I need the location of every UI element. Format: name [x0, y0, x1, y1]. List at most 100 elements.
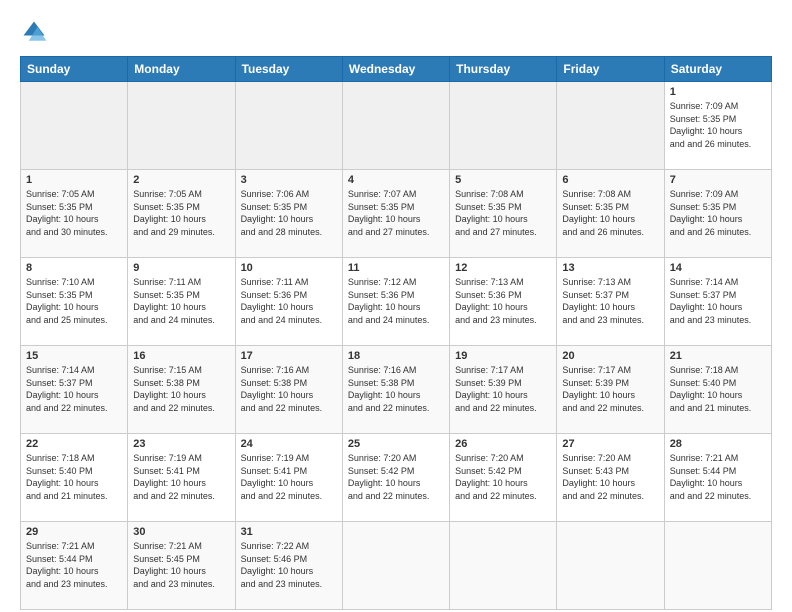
day-info: Sunrise: 7:16 AMSunset: 5:38 PMDaylight:…: [241, 364, 337, 414]
calendar-cell: [235, 82, 342, 170]
day-info: Sunrise: 7:16 AMSunset: 5:38 PMDaylight:…: [348, 364, 444, 414]
weekday-header: Monday: [128, 57, 235, 82]
day-number: 27: [562, 438, 658, 450]
calendar-cell: 4 Sunrise: 7:07 AMSunset: 5:35 PMDaylight…: [342, 170, 449, 258]
calendar-cell: 2 Sunrise: 7:05 AMSunset: 5:35 PMDaylight…: [128, 170, 235, 258]
weekday-header: Tuesday: [235, 57, 342, 82]
day-number: 11: [348, 262, 444, 274]
day-number: 18: [348, 350, 444, 362]
calendar-cell: 9Sunrise: 7:11 AMSunset: 5:35 PMDaylight…: [128, 258, 235, 346]
calendar-week-row: 8Sunrise: 7:10 AMSunset: 5:35 PMDaylight…: [21, 258, 772, 346]
calendar-cell: 22 Sunrise: 7:18 AMSunset: 5:40 PMDayligh…: [21, 434, 128, 522]
calendar-week-row: 22 Sunrise: 7:18 AMSunset: 5:40 PMDayligh…: [21, 434, 772, 522]
day-info: Sunrise: 7:07 AMSunset: 5:35 PMDaylight:…: [348, 188, 444, 238]
day-number: 25: [348, 438, 444, 450]
calendar-cell: 10 Sunrise: 7:11 AMSunset: 5:36 PMDayligh…: [235, 258, 342, 346]
weekday-header: Thursday: [450, 57, 557, 82]
calendar-week-row: 1Sunrise: 7:05 AMSunset: 5:35 PMDaylight…: [21, 170, 772, 258]
day-info: Sunrise: 7:19 AMSunset: 5:41 PMDaylight:…: [241, 452, 337, 502]
calendar-cell: 11Sunrise: 7:12 AMSunset: 5:36 PMDayligh…: [342, 258, 449, 346]
day-number: 5: [455, 174, 551, 186]
day-number: 22: [26, 438, 122, 450]
day-number: 23: [133, 438, 229, 450]
day-info: Sunrise: 7:11 AMSunset: 5:36 PMDaylight:…: [241, 276, 337, 326]
calendar-cell: 18 Sunrise: 7:16 AMSunset: 5:38 PMDayligh…: [342, 346, 449, 434]
day-number: 16: [133, 350, 229, 362]
calendar-cell: 21 Sunrise: 7:18 AMSunset: 5:40 PMDayligh…: [664, 346, 771, 434]
calendar-cell: [450, 82, 557, 170]
calendar-cell: 13 Sunrise: 7:13 AMSunset: 5:37 PMDayligh…: [557, 258, 664, 346]
day-number: 26: [455, 438, 551, 450]
day-number: 9: [133, 262, 229, 274]
day-info: Sunrise: 7:05 AMSunset: 5:35 PMDaylight:…: [133, 188, 229, 238]
day-number: 17: [241, 350, 337, 362]
calendar-cell: 30 Sunrise: 7:21 AMSunset: 5:45 PMDayligh…: [128, 522, 235, 610]
calendar-cell: 27Sunrise: 7:20 AMSunset: 5:43 PMDayligh…: [557, 434, 664, 522]
day-number: 31: [241, 526, 337, 538]
day-number: 19: [455, 350, 551, 362]
calendar-cell: 26 Sunrise: 7:20 AMSunset: 5:42 PMDayligh…: [450, 434, 557, 522]
day-number: 6: [562, 174, 658, 186]
weekday-header: Friday: [557, 57, 664, 82]
day-number: 1: [670, 86, 766, 98]
day-info: Sunrise: 7:22 AMSunset: 5:46 PMDaylight:…: [241, 540, 337, 590]
calendar-cell: [450, 522, 557, 610]
day-number: 24: [241, 438, 337, 450]
day-number: 2: [133, 174, 229, 186]
day-info: Sunrise: 7:08 AMSunset: 5:35 PMDaylight:…: [562, 188, 658, 238]
calendar-cell: 28Sunrise: 7:21 AMSunset: 5:44 PMDayligh…: [664, 434, 771, 522]
day-info: Sunrise: 7:06 AMSunset: 5:35 PMDaylight:…: [241, 188, 337, 238]
header: [20, 18, 772, 46]
calendar-cell: 17 Sunrise: 7:16 AMSunset: 5:38 PMDayligh…: [235, 346, 342, 434]
day-info: Sunrise: 7:21 AMSunset: 5:45 PMDaylight:…: [133, 540, 229, 590]
day-number: 12: [455, 262, 551, 274]
day-number: 13: [562, 262, 658, 274]
calendar-week-row: 1 Sunrise: 7:09 AMSunset: 5:35 PMDaylight…: [21, 82, 772, 170]
day-info: Sunrise: 7:19 AMSunset: 5:41 PMDaylight:…: [133, 452, 229, 502]
day-info: Sunrise: 7:13 AMSunset: 5:37 PMDaylight:…: [562, 276, 658, 326]
day-info: Sunrise: 7:17 AMSunset: 5:39 PMDaylight:…: [455, 364, 551, 414]
calendar-cell: 1 Sunrise: 7:09 AMSunset: 5:35 PMDaylight…: [664, 82, 771, 170]
day-number: 15: [26, 350, 122, 362]
calendar-cell: [342, 82, 449, 170]
day-info: Sunrise: 7:20 AMSunset: 5:42 PMDaylight:…: [348, 452, 444, 502]
weekday-header: Wednesday: [342, 57, 449, 82]
day-number: 14: [670, 262, 766, 274]
calendar-cell: [342, 522, 449, 610]
day-info: Sunrise: 7:20 AMSunset: 5:42 PMDaylight:…: [455, 452, 551, 502]
logo: [20, 18, 52, 46]
calendar-cell: 25 Sunrise: 7:20 AMSunset: 5:42 PMDayligh…: [342, 434, 449, 522]
day-number: 4: [348, 174, 444, 186]
day-info: Sunrise: 7:15 AMSunset: 5:38 PMDaylight:…: [133, 364, 229, 414]
calendar-cell: 16 Sunrise: 7:15 AMSunset: 5:38 PMDayligh…: [128, 346, 235, 434]
calendar-cell: [128, 82, 235, 170]
day-info: Sunrise: 7:09 AMSunset: 5:35 PMDaylight:…: [670, 188, 766, 238]
day-info: Sunrise: 7:17 AMSunset: 5:39 PMDaylight:…: [562, 364, 658, 414]
day-number: 21: [670, 350, 766, 362]
day-number: 29: [26, 526, 122, 538]
day-info: Sunrise: 7:13 AMSunset: 5:36 PMDaylight:…: [455, 276, 551, 326]
calendar-cell: 14Sunrise: 7:14 AMSunset: 5:37 PMDayligh…: [664, 258, 771, 346]
weekday-header: Sunday: [21, 57, 128, 82]
calendar-cell: [557, 82, 664, 170]
calendar-cell: [21, 82, 128, 170]
calendar-cell: 12 Sunrise: 7:13 AMSunset: 5:36 PMDayligh…: [450, 258, 557, 346]
calendar-cell: 8Sunrise: 7:10 AMSunset: 5:35 PMDaylight…: [21, 258, 128, 346]
day-number: 30: [133, 526, 229, 538]
day-number: 3: [241, 174, 337, 186]
day-info: Sunrise: 7:09 AMSunset: 5:35 PMDaylight:…: [670, 100, 766, 150]
calendar-cell: 24 Sunrise: 7:19 AMSunset: 5:41 PMDayligh…: [235, 434, 342, 522]
calendar-cell: 1Sunrise: 7:05 AMSunset: 5:35 PMDaylight…: [21, 170, 128, 258]
day-info: Sunrise: 7:18 AMSunset: 5:40 PMDaylight:…: [26, 452, 122, 502]
day-number: 10: [241, 262, 337, 274]
weekday-header: Saturday: [664, 57, 771, 82]
calendar-table: SundayMondayTuesdayWednesdayThursdayFrid…: [20, 56, 772, 610]
calendar-cell: 23 Sunrise: 7:19 AMSunset: 5:41 PMDayligh…: [128, 434, 235, 522]
day-info: Sunrise: 7:18 AMSunset: 5:40 PMDaylight:…: [670, 364, 766, 414]
day-number: 7: [670, 174, 766, 186]
calendar-cell: [664, 522, 771, 610]
day-number: 28: [670, 438, 766, 450]
calendar-cell: 20Sunrise: 7:17 AMSunset: 5:39 PMDayligh…: [557, 346, 664, 434]
day-info: Sunrise: 7:14 AMSunset: 5:37 PMDaylight:…: [26, 364, 122, 414]
calendar-cell: 31 Sunrise: 7:22 AMSunset: 5:46 PMDayligh…: [235, 522, 342, 610]
